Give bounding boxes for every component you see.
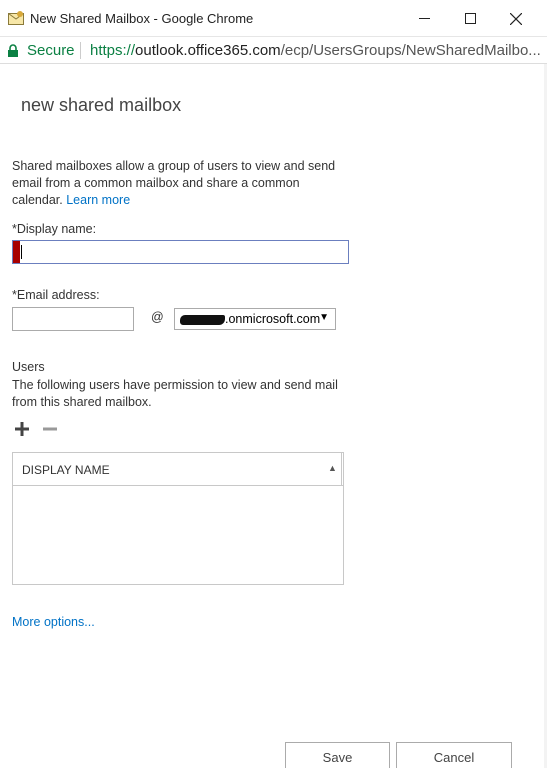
maximize-button[interactable] <box>447 0 493 37</box>
remove-user-button[interactable] <box>41 420 59 438</box>
users-heading: Users <box>12 360 45 374</box>
add-user-button[interactable] <box>13 420 31 438</box>
domain-select[interactable]: .onmicrosoft.com ▼ <box>174 308 336 330</box>
at-sign: @ <box>151 310 164 324</box>
learn-more-link[interactable]: Learn more <box>66 193 130 207</box>
url-host: outlook.office365.com <box>135 42 281 59</box>
url-scheme: https:// <box>90 42 136 59</box>
maximize-icon <box>464 13 476 24</box>
dropdown-arrow-icon: ▼ <box>319 312 329 323</box>
column-divider <box>341 453 342 486</box>
secure-label: Secure <box>27 42 75 59</box>
column-display-name[interactable]: DISPLAY NAME <box>22 463 110 477</box>
domain-selected-value: .onmicrosoft.com <box>225 312 321 326</box>
sort-ascending-icon[interactable]: ▲ <box>328 463 337 473</box>
url-path: /ecp/UsersGroups/NewSharedMailbo... <box>280 42 541 59</box>
close-icon <box>510 12 522 25</box>
close-button[interactable] <box>493 0 539 37</box>
minimize-button[interactable] <box>401 0 447 37</box>
intro-description: Shared mailboxes allow a group of users … <box>12 159 336 207</box>
display-name-input[interactable] <box>12 240 349 264</box>
intro-text: Shared mailboxes allow a group of users … <box>12 158 352 209</box>
url-text[interactable]: https://outlook.office365.com/ecp/UsersG… <box>90 42 542 59</box>
text-caret <box>21 245 22 259</box>
email-alias-input[interactable] <box>12 307 134 331</box>
lock-icon <box>8 44 18 57</box>
save-button[interactable]: Save <box>285 742 390 768</box>
page-title: new shared mailbox <box>21 95 182 115</box>
users-table: DISPLAY NAME ▲ <box>12 452 344 585</box>
mailbox-app-icon <box>8 11 24 25</box>
minimize-icon <box>418 18 430 19</box>
required-marker <box>13 241 20 263</box>
users-description: The following users have permission to v… <box>12 378 338 409</box>
plus-icon <box>15 422 29 436</box>
minus-icon <box>43 427 57 431</box>
window-title: New Shared Mailbox - Google Chrome <box>30 11 254 26</box>
display-name-label: *Display name: <box>12 222 97 236</box>
window-titlebar: New Shared Mailbox - Google Chrome <box>0 0 547 37</box>
more-options-link[interactable]: More options... <box>12 615 95 629</box>
address-bar[interactable]: Secure https://outlook.office365.com/ecp… <box>0 37 547 64</box>
email-address-label: *Email address: <box>12 288 100 302</box>
cancel-button[interactable]: Cancel <box>396 742 512 768</box>
table-header[interactable]: DISPLAY NAME ▲ <box>13 453 343 486</box>
redacted-domain-prefix <box>180 315 225 325</box>
address-separator <box>80 42 81 59</box>
